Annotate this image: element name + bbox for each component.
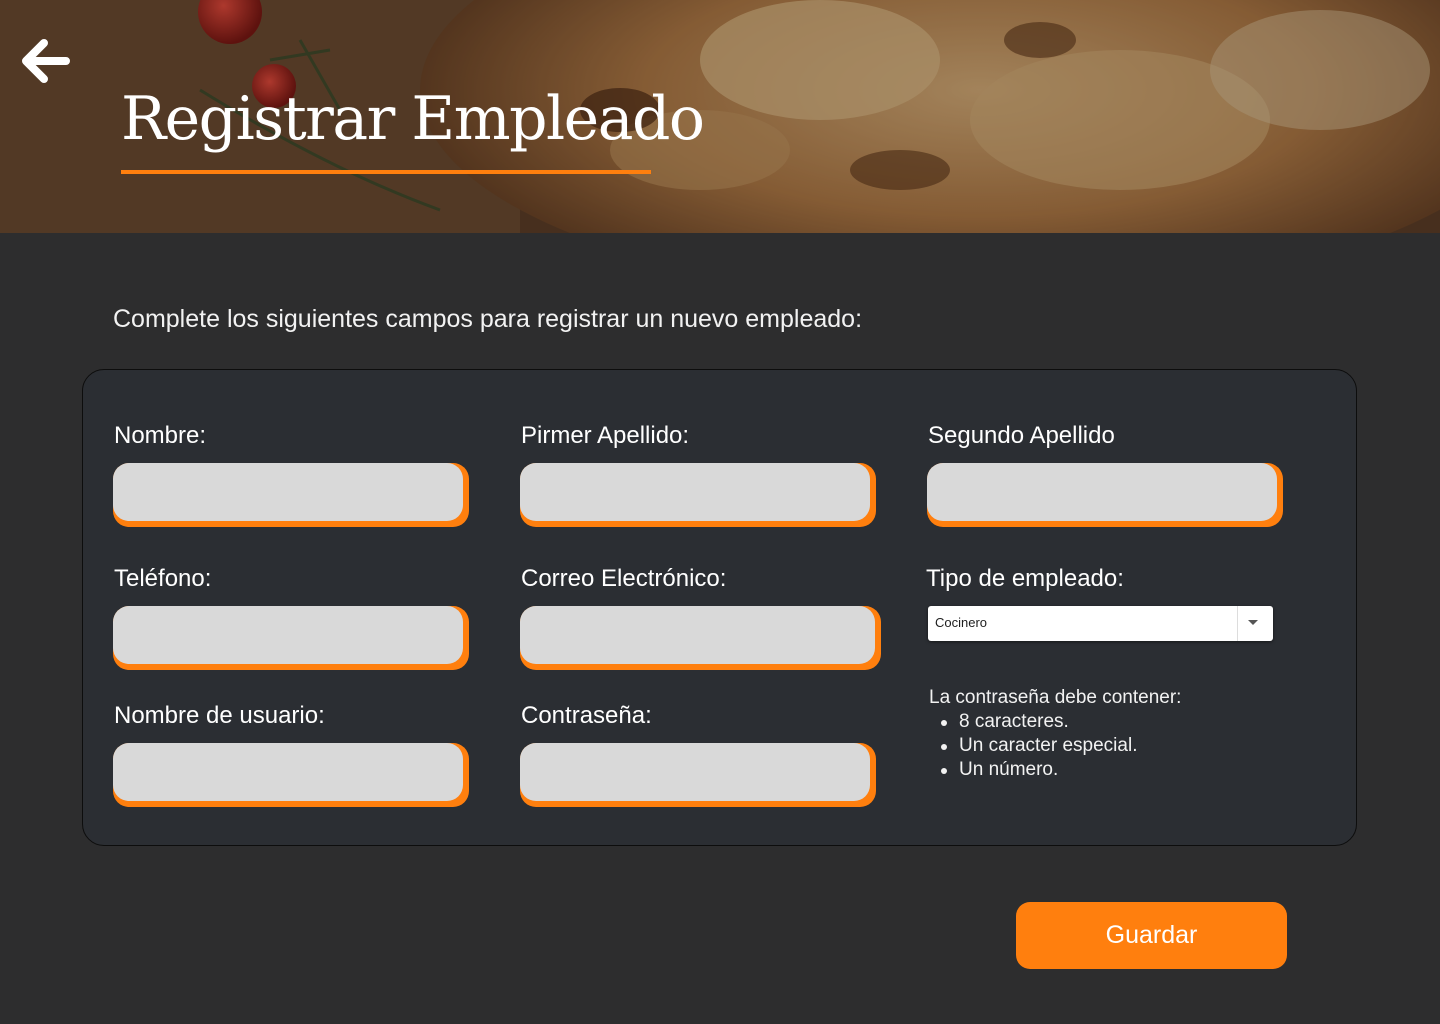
contrasena-input[interactable] [520,743,870,801]
contrasena-label: Contraseña: [521,702,652,729]
nombre-field-wrap [113,463,469,527]
primer-apellido-label: Pirmer Apellido: [521,422,690,449]
tipo-empleado-value: Cocinero [935,615,988,630]
password-rules-heading: La contraseña debe contener: [929,687,1182,708]
save-button[interactable]: Guardar [1016,902,1287,969]
primer-apellido-input[interactable] [520,463,870,521]
correo-field-wrap [520,606,881,670]
password-rule-item: 8 caracteres. [929,710,1181,734]
password-rules: La contraseña debe contener: 8 caractere… [929,686,1181,782]
telefono-field-wrap [113,606,469,670]
intro-text: Complete los siguientes campos para regi… [113,305,863,333]
usuario-input[interactable] [113,743,463,801]
password-rules-list: 8 caracteres. Un caracter especial. Un n… [929,710,1181,782]
usuario-label: Nombre de usuario: [114,702,325,729]
segundo-apellido-label: Segundo Apellido [928,422,1115,449]
tipo-empleado-label: Tipo de empleado: [926,565,1124,592]
primer-apellido-field-wrap [520,463,876,527]
select-divider [1237,606,1238,641]
nombre-input[interactable] [113,463,463,521]
title-underline [121,170,651,174]
segundo-apellido-input[interactable] [927,463,1277,521]
chevron-down-icon [1248,620,1258,625]
arrow-left-icon [22,39,70,83]
nombre-label: Nombre: [114,422,207,449]
telefono-input[interactable] [113,606,463,664]
header-banner: Registrar Empleado [0,0,1440,233]
segundo-apellido-field-wrap [927,463,1283,527]
correo-label: Correo Electrónico: [521,565,727,592]
employee-form-card: Nombre: Pirmer Apellido: Segundo Apellid… [82,369,1357,846]
correo-input[interactable] [520,606,875,664]
telefono-label: Teléfono: [114,565,212,592]
tipo-empleado-select[interactable]: Cocinero [928,606,1273,641]
password-rule-item: Un caracter especial. [929,734,1181,758]
page-title: Registrar Empleado [121,84,705,154]
contrasena-field-wrap [520,743,876,807]
back-button[interactable] [16,36,72,86]
password-rule-item: Un número. [929,758,1181,782]
usuario-field-wrap [113,743,469,807]
